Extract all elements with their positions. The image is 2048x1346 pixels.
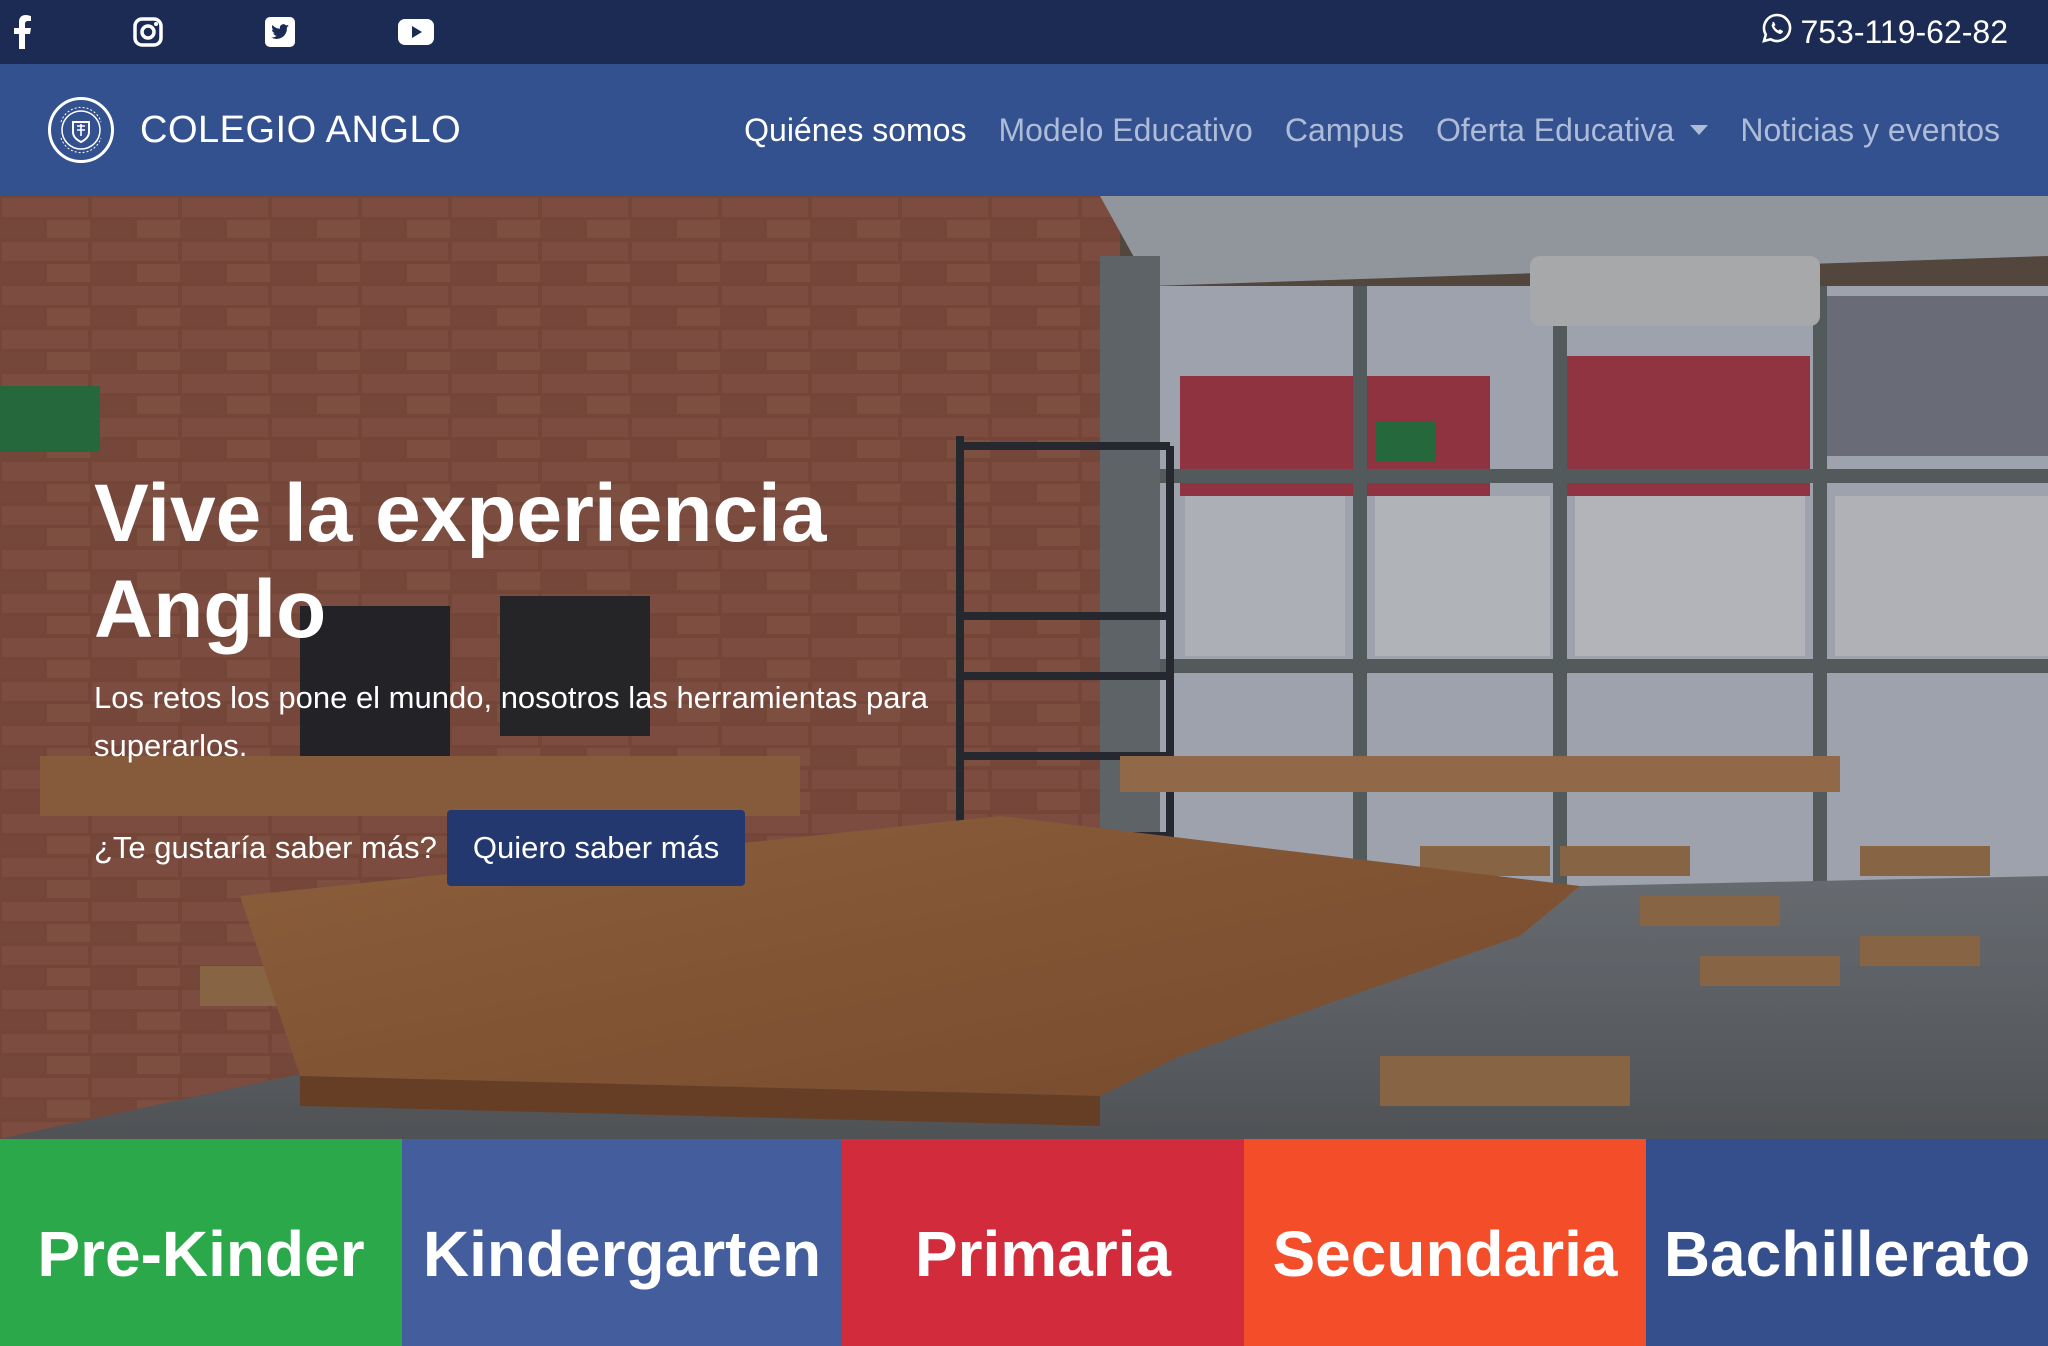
learn-more-button[interactable]: Quiero saber más (446, 810, 746, 886)
nav-item-campus[interactable]: Campus (1285, 112, 1404, 149)
whatsapp-icon (1762, 13, 1792, 51)
hero-subtitle: Los retos los pone el mundo, nosotros la… (94, 680, 929, 763)
facebook-icon[interactable] (4, 0, 40, 64)
cta-row: ¿Te gustaría saber más? Quiero saber más (94, 810, 994, 886)
top-bar: 753-119-62-82 (0, 0, 2048, 64)
nav-item-modelo-educativo[interactable]: Modelo Educativo (998, 112, 1252, 149)
hero-title-line2: Anglo (94, 564, 327, 655)
chevron-down-icon (1690, 125, 1709, 135)
instagram-icon[interactable] (128, 0, 168, 64)
cta-question: ¿Te gustaría saber más? (94, 830, 437, 865)
level-tile-pre-kinder[interactable]: Pre-Kinder (0, 1139, 402, 1346)
hero-title: Vive la experiencia Anglo (94, 466, 994, 658)
youtube-icon[interactable] (396, 0, 436, 64)
hero-content: Vive la experiencia Anglo Los retos los … (94, 466, 994, 886)
twitter-icon[interactable] (262, 0, 298, 64)
nav-item-noticias-eventos[interactable]: Noticias y eventos (1740, 112, 2000, 149)
main-navbar: COLEGIO ANGLO Quiénes somos Modelo Educa… (0, 64, 2048, 196)
phone-number: 753-119-62-82 (1800, 13, 2008, 50)
nav-item-label: Oferta Educativa (1435, 111, 1675, 148)
level-tile-kindergarten[interactable]: Kindergarten (402, 1139, 842, 1346)
level-tile-primaria[interactable]: Primaria (842, 1139, 1244, 1346)
hero-title-line1: Vive la experiencia (94, 468, 827, 559)
main-nav: Quiénes somos Modelo Educativo Campus Of… (744, 64, 2000, 196)
nav-item-oferta-educativa[interactable]: Oferta Educativa (1435, 111, 1709, 149)
nav-item-quienes-somos[interactable]: Quiénes somos (744, 112, 966, 149)
education-levels: Pre-Kinder Kindergarten Primaria Secunda… (0, 1139, 2048, 1346)
level-tile-secundaria[interactable]: Secundaria (1244, 1139, 1646, 1346)
brand-name: COLEGIO ANGLO (140, 108, 462, 151)
phone-contact[interactable]: 753-119-62-82 (1762, 0, 2008, 64)
hero-banner: Vive la experiencia Anglo Los retos los … (0, 196, 2048, 1139)
level-tile-bachillerato[interactable]: Bachillerato (1646, 1139, 2048, 1346)
school-crest-icon (48, 97, 114, 163)
brand[interactable]: COLEGIO ANGLO (48, 64, 461, 196)
